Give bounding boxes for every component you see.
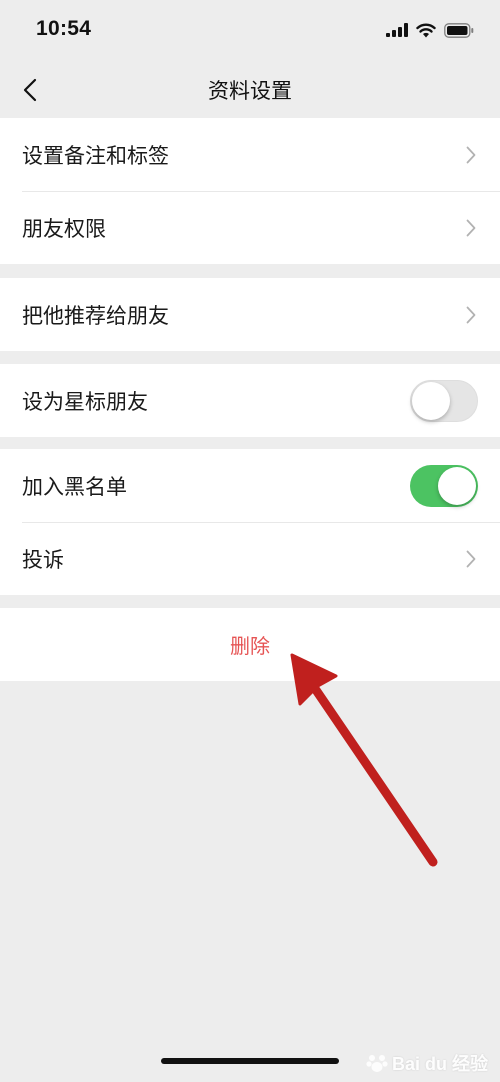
row-label: 设置备注和标签 bbox=[22, 143, 169, 168]
settings-group-block: 加入黑名单 投诉 bbox=[0, 449, 500, 595]
signal-icon bbox=[386, 23, 408, 37]
toggle-knob bbox=[438, 467, 476, 505]
star-friend-item: 设为星标朋友 bbox=[0, 364, 500, 437]
toggle-knob bbox=[412, 382, 450, 420]
row-label: 投诉 bbox=[22, 547, 64, 572]
row-label: 朋友权限 bbox=[22, 216, 106, 241]
complaint-item[interactable]: 投诉 bbox=[0, 522, 500, 595]
recommend-to-friends-item[interactable]: 把他推荐给朋友 bbox=[0, 278, 500, 351]
chevron-right-icon bbox=[466, 306, 476, 324]
page-title: 资料设置 bbox=[208, 79, 292, 103]
wifi-icon bbox=[416, 23, 436, 37]
watermark-text: Bai du 经验 bbox=[391, 1054, 488, 1074]
row-label: 设为星标朋友 bbox=[22, 389, 148, 414]
star-friend-toggle[interactable] bbox=[410, 380, 478, 422]
paw-logo-icon bbox=[366, 1055, 388, 1072]
chevron-right-icon bbox=[466, 146, 476, 164]
delete-button[interactable]: 删除 bbox=[0, 608, 500, 681]
row-label: 把他推荐给朋友 bbox=[22, 303, 169, 328]
home-indicator bbox=[161, 1058, 339, 1064]
watermark: Bai du 经验 bbox=[366, 1050, 488, 1076]
chevron-right-icon bbox=[466, 550, 476, 568]
settings-group-recommend: 把他推荐给朋友 bbox=[0, 278, 500, 351]
chevron-right-icon bbox=[466, 219, 476, 237]
status-bar: 10:54 bbox=[0, 0, 500, 62]
blacklist-item: 加入黑名单 bbox=[0, 449, 500, 522]
battery-icon bbox=[444, 22, 474, 38]
nav-bar: 资料设置 bbox=[0, 62, 500, 118]
blacklist-toggle[interactable] bbox=[410, 465, 478, 507]
settings-group-remarks: 设置备注和标签 朋友权限 bbox=[0, 118, 500, 264]
status-time: 10:54 bbox=[36, 17, 92, 40]
settings-group-star: 设为星标朋友 bbox=[0, 364, 500, 437]
set-remark-and-tag-item[interactable]: 设置备注和标签 bbox=[0, 118, 500, 191]
friend-permissions-item[interactable]: 朋友权限 bbox=[0, 191, 500, 264]
status-icons bbox=[386, 20, 474, 40]
row-label: 加入黑名单 bbox=[22, 474, 127, 499]
delete-label: 删除 bbox=[230, 634, 270, 658]
